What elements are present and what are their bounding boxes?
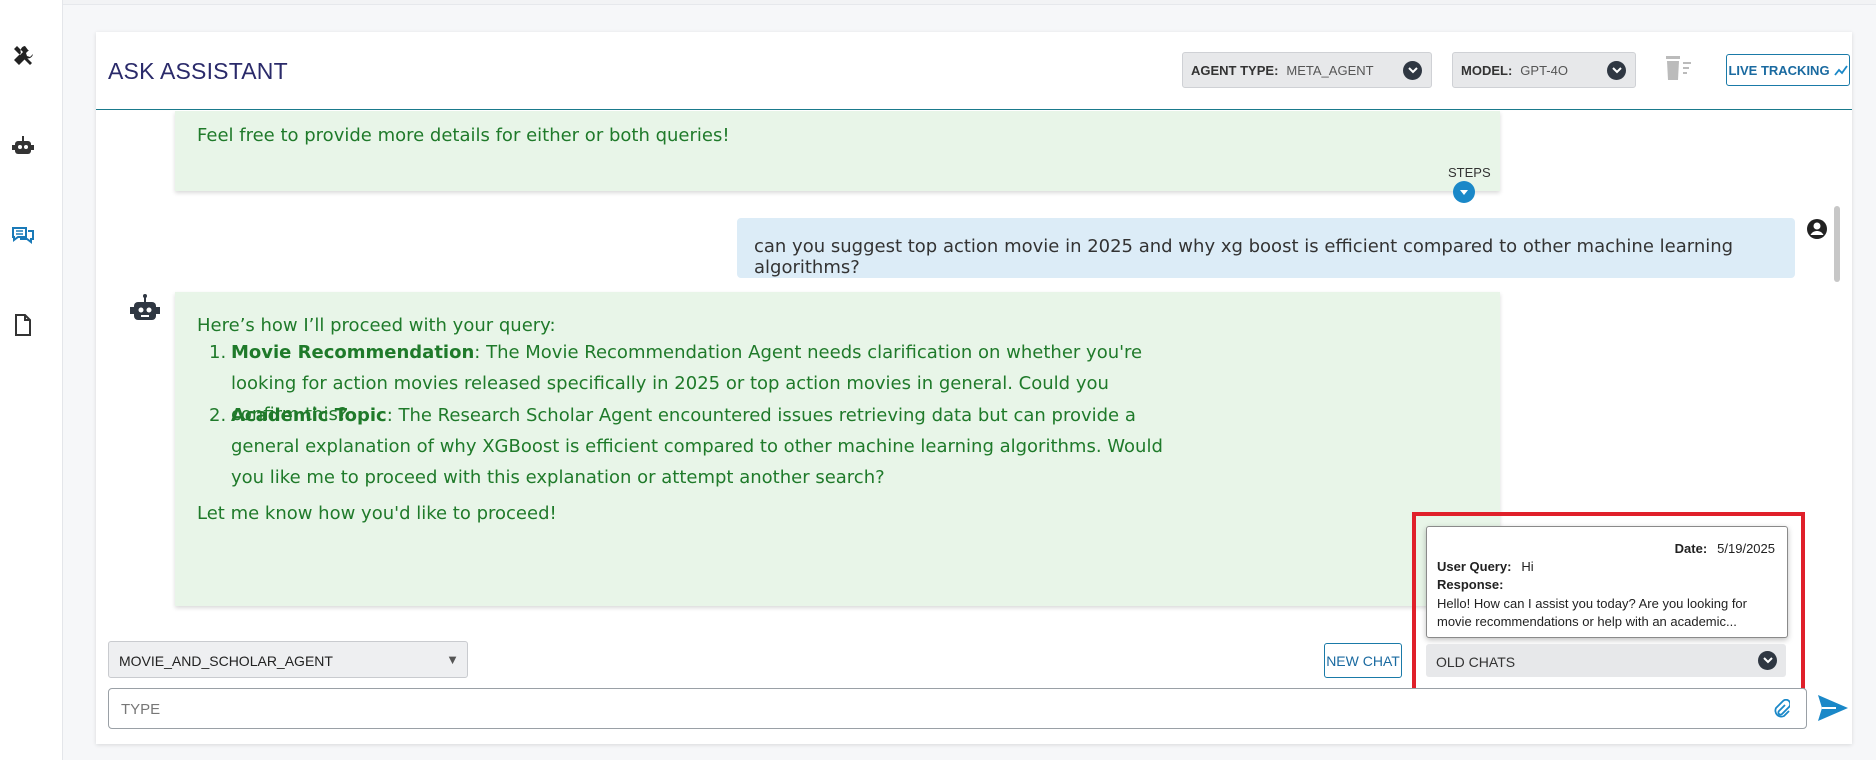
list-item: 2. Academic Topic: The Research Scholar … — [197, 400, 1167, 493]
model-value: GPT-4O — [1520, 62, 1568, 78]
agent-select-value: MOVIE_AND_SCHOLAR_AGENT — [119, 653, 333, 669]
steps-label: STEPS — [1448, 165, 1491, 180]
bot-message: Feel free to provide more details for ei… — [175, 111, 1500, 191]
robot-icon[interactable] — [10, 133, 36, 159]
model-select[interactable]: MODEL: GPT-4O — [1452, 52, 1636, 88]
chevron-down-icon — [1460, 189, 1468, 195]
new-chat-button[interactable]: NEW CHAT — [1324, 643, 1402, 678]
list-item-title: Movie Recommendation — [231, 342, 475, 363]
user-message: can you suggest top action movie in 2025… — [737, 218, 1795, 278]
steps-toggle-button[interactable] — [1453, 181, 1475, 203]
live-tracking-button[interactable]: LIVE TRACKING — [1726, 54, 1850, 86]
list-item-number: 1. — [209, 342, 227, 363]
bot-message-text: Feel free to provide more details for ei… — [197, 125, 730, 146]
page-title: ASK ASSISTANT — [108, 58, 288, 84]
message-input-placeholder: TYPE — [121, 701, 161, 718]
sidebar — [0, 0, 63, 760]
document-icon[interactable] — [10, 312, 36, 338]
user-avatar-icon — [1806, 218, 1828, 240]
panel-header: ASK ASSISTANT AGENT TYPE: META_AGENT MOD… — [96, 32, 1852, 110]
agent-select[interactable]: MOVIE_AND_SCHOLAR_AGENT ▼ — [108, 641, 468, 678]
bot-intro-text: Here’s how I’ll proceed with your query: — [197, 315, 556, 336]
chat-scrollbar[interactable] — [1834, 206, 1840, 282]
bot-avatar-icon — [128, 294, 162, 324]
agent-type-label: AGENT TYPE: — [1191, 62, 1279, 78]
agent-type-value: META_AGENT — [1286, 62, 1374, 78]
list-item-title: Academic Topic — [231, 405, 387, 426]
model-label: MODEL: — [1461, 62, 1513, 78]
live-tracking-label: LIVE TRACKING — [1728, 62, 1830, 78]
send-icon[interactable] — [1816, 692, 1850, 724]
caret-down-icon: ▼ — [446, 652, 459, 667]
assistant-panel: ASK ASSISTANT AGENT TYPE: META_AGENT MOD… — [96, 32, 1852, 744]
chat-icon[interactable] — [10, 223, 36, 249]
attach-icon[interactable] — [1772, 699, 1790, 719]
tools-icon[interactable] — [10, 43, 36, 69]
top-bar — [63, 0, 1876, 5]
trend-icon — [1833, 65, 1848, 76]
highlight-box — [1412, 512, 1805, 692]
message-input[interactable]: TYPE — [108, 688, 1807, 729]
bot-outro-text: Let me know how you'd like to proceed! — [197, 503, 557, 524]
bot-message: Here’s how I’ll proceed with your query:… — [175, 292, 1500, 606]
agent-type-select[interactable]: AGENT TYPE: META_AGENT — [1182, 52, 1432, 88]
clear-chat-icon[interactable] — [1662, 52, 1696, 86]
list-item-number: 2. — [209, 405, 227, 426]
chevron-down-icon — [1607, 61, 1626, 80]
chevron-down-icon — [1403, 61, 1422, 80]
